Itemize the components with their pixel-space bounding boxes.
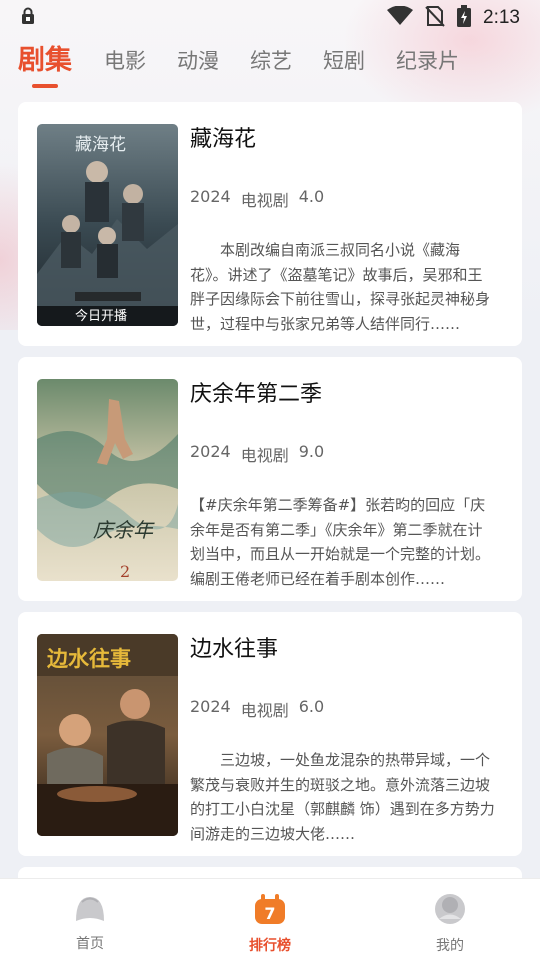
tab-label: 动漫	[177, 49, 219, 73]
nav-ranking[interactable]: 7 排行榜	[180, 879, 360, 960]
tab-anime[interactable]: 动漫	[177, 38, 219, 84]
ranking-badge: 7	[264, 904, 275, 923]
item-type: 电视剧	[240, 446, 289, 465]
no-sim-icon	[425, 5, 445, 31]
poster-image: 庆余年 2	[37, 379, 178, 581]
svg-text:2: 2	[120, 562, 130, 581]
item-description: 本剧改编自南派三叔同名小说《藏海花》。讲述了《盗墓笔记》故事后，吴邪和王胖子因缘…	[190, 241, 491, 333]
tab-label: 综艺	[250, 49, 292, 73]
item-meta: 2024 电视剧 9.0	[190, 442, 324, 466]
item-score: 6.0	[298, 697, 325, 716]
item-score: 9.0	[298, 442, 325, 461]
tab-active-indicator	[32, 84, 58, 88]
list-item[interactable]: 庆余年 2 庆余年第二季 2024 电视剧 9.0 【#庆余年第二季筹备#】张若…	[18, 357, 522, 601]
poster-title: 边水往事	[47, 647, 131, 671]
tab-label: 短剧	[323, 49, 365, 73]
lock-icon	[20, 7, 36, 29]
item-year: 2024	[190, 442, 231, 461]
item-score: 4.0	[298, 187, 325, 206]
poster-title: 庆余年	[93, 518, 155, 542]
tab-series[interactable]: 剧集	[18, 38, 72, 88]
item-title: 边水往事	[190, 637, 279, 662]
profile-avatar-icon	[433, 893, 467, 929]
clock: 2:13	[483, 7, 520, 28]
poster-image: 边水往事	[37, 634, 178, 836]
poster-title: 藏海花	[75, 135, 126, 155]
home-avatar-icon	[73, 893, 107, 927]
bottom-nav: 首页 7 排行榜 我的	[0, 878, 540, 960]
list-item[interactable]: 藏海花 今日开播 藏海花 2024 电视剧 4.0 本剧改编自南派三叔同名小说《…	[18, 102, 522, 346]
item-year: 2024	[190, 697, 231, 716]
tab-documentary[interactable]: 纪录片	[396, 38, 459, 84]
tab-label: 纪录片	[396, 49, 459, 73]
category-tabs: 剧集 电影 动漫 综艺 短剧 纪录片	[0, 38, 540, 94]
item-meta: 2024 电视剧 6.0	[190, 697, 324, 721]
poster-caption: 今日开播	[75, 308, 127, 324]
ranking-calendar-icon: 7	[253, 893, 287, 929]
drama-list: 藏海花 今日开播 藏海花 2024 电视剧 4.0 本剧改编自南派三叔同名小说《…	[18, 102, 522, 907]
nav-label: 我的	[436, 938, 464, 954]
item-title: 庆余年第二季	[190, 382, 323, 407]
nav-label: 首页	[76, 936, 104, 952]
wifi-icon	[387, 5, 414, 30]
item-year: 2024	[190, 187, 231, 206]
item-description: 【#庆余年第二季筹备#】张若昀的回应「庆余年是否有第二季」《庆余年》第二季就在计…	[190, 496, 491, 588]
item-description: 三边坡，一处鱼龙混杂的热带异域，一个繁茂与衰败并生的斑驳之地。意外流落三边坡的打…	[190, 751, 495, 843]
list-item[interactable]: 边水往事 边水往事 2024 电视剧 6.0 三边坡，一处鱼龙混杂的热带异域，一…	[18, 612, 522, 856]
tab-label: 电影	[104, 49, 146, 73]
item-type: 电视剧	[240, 701, 289, 720]
tab-short-drama[interactable]: 短剧	[323, 38, 365, 84]
item-type: 电视剧	[240, 191, 289, 210]
tab-variety[interactable]: 综艺	[250, 38, 292, 84]
tab-label: 剧集	[18, 45, 72, 76]
battery-charging-icon	[457, 5, 472, 31]
item-meta: 2024 电视剧 4.0	[190, 187, 324, 211]
poster-image: 藏海花 今日开播	[37, 124, 178, 326]
nav-profile[interactable]: 我的	[360, 879, 540, 960]
status-bar: 2:13	[0, 0, 540, 36]
tab-movies[interactable]: 电影	[104, 38, 146, 84]
item-title: 藏海花	[190, 127, 257, 152]
nav-label: 排行榜	[249, 938, 291, 954]
nav-home[interactable]: 首页	[0, 879, 180, 960]
